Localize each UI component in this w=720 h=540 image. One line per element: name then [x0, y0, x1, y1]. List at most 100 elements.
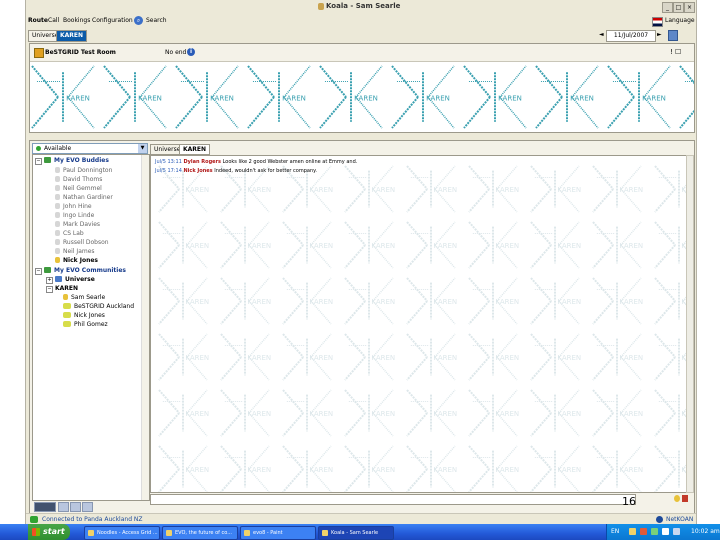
date-next-button[interactable]: ► [657, 30, 662, 40]
start-button[interactable]: start [28, 524, 70, 540]
buddy-item[interactable]: Nathan Gardiner [55, 193, 113, 202]
chat-tab-karen[interactable]: KAREN [179, 144, 211, 155]
svg-text:KAREN: KAREN [619, 466, 643, 474]
users-icon[interactable] [70, 502, 81, 512]
chat-input[interactable] [150, 494, 636, 505]
close-button[interactable]: × [684, 2, 695, 13]
buddy-item[interactable]: Neil James [55, 247, 95, 256]
communities-collapse-toggle[interactable]: − [35, 268, 42, 275]
video-bar-icon[interactable] [34, 502, 56, 512]
community-tabs: Universe KAREN ◄ 11/Jul/2007 ► [26, 29, 696, 42]
member-name: BeSTGRID Auckland [74, 303, 135, 310]
add-buddy-icon[interactable] [58, 502, 69, 512]
chevron-down-icon[interactable]: ▼ [138, 144, 147, 153]
menu-route[interactable]: Route [28, 17, 48, 24]
emoticon-icon[interactable] [674, 495, 680, 502]
community-karen[interactable]: KAREN [55, 284, 78, 293]
minimize-button[interactable]: _ [662, 2, 673, 13]
svg-text:KAREN: KAREN [557, 242, 581, 250]
buddy-offline-icon [55, 230, 60, 236]
chat-tools [636, 493, 688, 505]
task-button[interactable]: Koala - Sam Searle [318, 526, 394, 540]
buddy-item[interactable]: Paul Donnington [55, 166, 112, 175]
svg-text:KAREN: KAREN [495, 410, 519, 418]
language-flag-icon[interactable] [652, 17, 663, 27]
menu-language[interactable]: Language [665, 17, 695, 24]
info-icon[interactable]: i [187, 48, 195, 56]
calendar-icon[interactable] [668, 30, 678, 41]
menu-search[interactable]: Search [146, 17, 167, 24]
community-member[interactable]: Phil Gomez [63, 320, 108, 329]
task-app-icon [244, 530, 250, 536]
chat-message: Jul/5 17:14 Nick Jones Indeed, wouldn't … [155, 168, 317, 174]
svg-text:KAREN: KAREN [185, 410, 209, 418]
tray-volume-icon[interactable] [662, 528, 669, 535]
buddy-item[interactable]: CS Lab [55, 229, 84, 238]
chat-scrollbar[interactable] [686, 155, 694, 493]
community-member[interactable]: BeSTGRID Auckland [63, 302, 134, 311]
buddies-group-label: My EVO Buddies [54, 157, 109, 164]
buddies-group[interactable]: My EVO Buddies [44, 156, 109, 165]
menu-configuration[interactable]: Configuration [92, 17, 133, 24]
tree-scrollbar[interactable] [141, 155, 149, 500]
svg-text:KAREN: KAREN [433, 466, 457, 474]
tray-network-icon[interactable] [629, 528, 636, 535]
svg-text:KAREN: KAREN [371, 466, 395, 474]
menu-call[interactable]: Call [48, 17, 59, 24]
member-video-icon [63, 321, 71, 327]
date-prev-button[interactable]: ◄ [599, 30, 604, 40]
buddy-item[interactable]: Nick Jones [55, 256, 98, 265]
svg-text:KAREN: KAREN [138, 95, 162, 103]
maximize-button[interactable]: □ [673, 2, 684, 13]
svg-text:KAREN: KAREN [309, 242, 333, 250]
svg-text:KAREN: KAREN [371, 186, 395, 194]
task-button[interactable]: EVO, the future of co... [162, 526, 238, 540]
svg-text:KAREN: KAREN [619, 186, 643, 194]
date-field[interactable]: 11/Jul/2007 [606, 30, 656, 42]
task-button[interactable]: Noodles - Access Grid ... [84, 526, 160, 540]
community-universe[interactable]: Universe [55, 275, 95, 284]
options-icon[interactable] [82, 502, 93, 512]
tray-monitor-icon[interactable] [673, 528, 680, 535]
room-name[interactable]: BeSTGRID Test Room [45, 49, 116, 56]
koala-window: Koala - Sam Searle _ □ × Route Call Book… [25, 0, 697, 525]
svg-text:KAREN: KAREN [426, 95, 450, 103]
chat-panel: Universe KAREN KAREN KAREN KAREN KAREN KAREN… [150, 144, 694, 511]
windows-taskbar: start Noodles - Access Grid ... EVO, the… [0, 524, 720, 540]
svg-text:KAREN: KAREN [66, 95, 90, 103]
universe-expand-toggle[interactable]: + [46, 277, 53, 284]
svg-text:KAREN: KAREN [354, 95, 378, 103]
svg-text:KAREN: KAREN [371, 298, 395, 306]
menu-bookings[interactable]: Bookings [63, 17, 90, 24]
buddy-item[interactable]: John Hine [55, 202, 92, 211]
task-button[interactable]: evo8 - Paint [240, 526, 316, 540]
svg-text:KAREN: KAREN [309, 466, 333, 474]
buddy-item[interactable]: David Thoms [55, 175, 102, 184]
task-label: Noodles - Access Grid ... [97, 530, 158, 536]
room-tools[interactable]: ! ☐ [670, 48, 681, 56]
message-time: Jul/5 17:14 [155, 168, 182, 174]
available-status-icon [36, 146, 41, 151]
svg-text:KAREN: KAREN [247, 466, 271, 474]
community-icon [55, 276, 62, 282]
buddy-offline-icon [55, 248, 60, 254]
presence-select[interactable]: Available ▼ [32, 143, 148, 154]
tray-security-icon[interactable] [640, 528, 647, 535]
buddy-item[interactable]: Neil Gemmel [55, 184, 102, 193]
message-time: Jul/5 13:11 [155, 159, 182, 165]
buddy-item[interactable]: Mark Davies [55, 220, 100, 229]
alert-icon[interactable] [682, 495, 688, 502]
svg-text:KAREN: KAREN [557, 410, 581, 418]
karen-collapse-toggle[interactable]: − [46, 286, 53, 293]
buddy-item[interactable]: Ingo Linde [55, 211, 94, 220]
tab-karen[interactable]: KAREN [56, 30, 88, 42]
member-online-icon [63, 294, 68, 300]
community-member[interactable]: Sam Searle [63, 293, 105, 302]
search-icon[interactable]: ⌕ [134, 16, 143, 25]
communities-group[interactable]: My EVO Communities [44, 266, 126, 275]
buddies-collapse-toggle[interactable]: − [35, 158, 42, 165]
community-member[interactable]: Nick Jones [63, 311, 105, 320]
tray-app-icon[interactable] [651, 528, 658, 535]
buddy-item[interactable]: Russell Dobson [55, 238, 109, 247]
input-language[interactable]: EN [611, 528, 619, 535]
